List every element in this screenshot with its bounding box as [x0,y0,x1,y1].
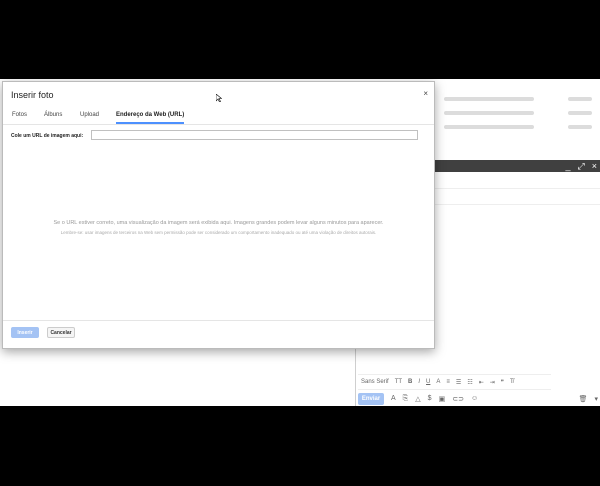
dialog-title: Inserir foto [11,90,54,100]
remove-formatting-icon[interactable]: T̸ [510,379,514,385]
cancel-button[interactable]: Cancelar [47,327,75,338]
font-size-icon[interactable]: TT [395,379,402,385]
numbered-list-icon[interactable]: ☰ [456,379,461,386]
indent-more-icon[interactable]: ⇥ [490,379,495,386]
mouse-cursor-icon [216,94,222,102]
url-label: Cole um URL de imagem aqui: [11,133,84,139]
url-input[interactable] [91,130,418,140]
align-icon[interactable]: ≡ [446,379,450,385]
italic-icon[interactable]: I [418,379,420,385]
link-icon[interactable]: ⊂⊃ [452,395,464,403]
footer-divider [3,320,434,321]
trash-icon[interactable]: 🗑 [579,395,588,403]
font-select[interactable]: Sans Serif [361,379,389,385]
tab-photos[interactable]: Fotos [12,110,27,124]
underline-icon[interactable]: U [426,379,430,385]
attach-icon[interactable]: ⎘ [403,395,409,403]
formatting-options-icon[interactable]: A [391,395,396,402]
bulleted-list-icon[interactable]: ☷ [467,379,472,386]
minimize-icon[interactable]: _ [566,160,571,172]
dialog-tabs: Fotos Álbuns Upload Endereço da Web (URL… [3,110,434,124]
more-options-icon[interactable]: ▾ [594,395,598,403]
background-mail-row [440,120,600,134]
insert-photo-dialog: Inserir foto × Fotos Álbuns Upload Ender… [2,81,435,349]
insert-button[interactable]: Inserir [11,327,39,338]
close-icon[interactable]: × [423,89,428,98]
bold-icon[interactable]: B [408,379,412,385]
copyright-hint: Lembre-se: usar imagens de terceiros na … [60,230,377,235]
emoji-icon[interactable]: ☺ [471,395,478,402]
tabs-divider [3,124,434,125]
background-mail-row [440,92,600,106]
text-color-icon[interactable]: A [436,379,440,385]
formatting-toolbar: Sans Serif TT B I U A ≡ ☰ ☷ ⇤ ⇥ ❞ T̸ [358,374,551,390]
indent-less-icon[interactable]: ⇤ [479,379,484,386]
drive-icon[interactable]: △ [415,395,420,403]
app-viewport: _ ⤢ × Sans Serif TT B I U A ≡ ☰ ☷ ⇤ ⇥ ❞ … [0,79,600,406]
compose-send-bar: Enviar A ⎘ △ $ ▣ ⊂⊃ ☺ 🗑 ▾ [358,392,598,405]
close-icon[interactable]: × [592,160,597,172]
tab-web-url[interactable]: Endereço da Web (URL) [116,110,185,124]
recipients-field[interactable] [433,188,600,189]
tab-albums[interactable]: Álbuns [44,110,62,124]
preview-hint: Se o URL estiver correto, uma visualizaç… [53,220,384,226]
expand-icon[interactable]: ⤢ [578,160,585,172]
money-icon[interactable]: $ [428,395,432,402]
tab-upload[interactable]: Upload [80,110,99,124]
background-mail-row [440,106,600,120]
subject-field[interactable] [433,204,600,205]
send-button[interactable]: Enviar [358,392,384,405]
quote-icon[interactable]: ❞ [501,379,504,386]
photo-icon[interactable]: ▣ [439,395,446,403]
